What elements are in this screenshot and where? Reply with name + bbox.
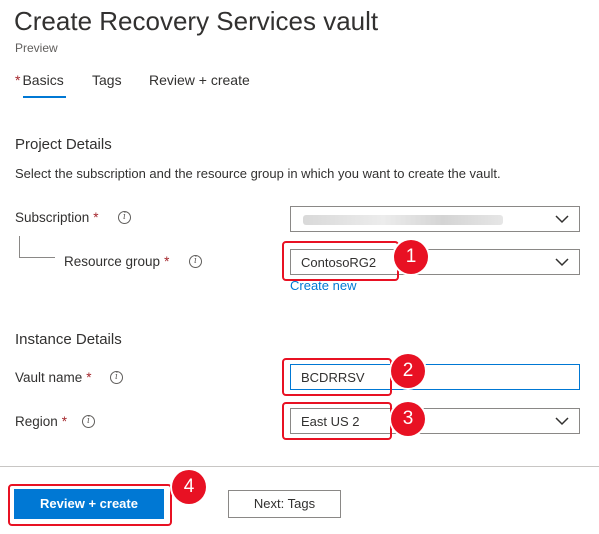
resource-group-label-text: Resource group	[64, 254, 161, 269]
footer-divider	[0, 466, 599, 467]
active-tab-indicator	[23, 96, 66, 98]
callout-badge-4: 4	[172, 470, 206, 504]
subscription-label: Subscription *	[15, 210, 99, 225]
region-label: Region *	[15, 414, 67, 429]
required-star: *	[61, 414, 68, 429]
info-icon[interactable]: i	[189, 255, 202, 268]
tab-basics-label: Basics	[22, 72, 64, 88]
tab-basics[interactable]: * Basics	[15, 72, 64, 88]
chevron-down-icon	[555, 258, 569, 267]
project-details-description: Select the subscription and the resource…	[15, 166, 501, 181]
required-star: *	[93, 210, 99, 225]
tree-connector	[19, 236, 55, 258]
tab-tags[interactable]: Tags	[92, 72, 122, 88]
callout-badge-3: 3	[391, 402, 425, 436]
callout-badge-1: 1	[394, 240, 428, 274]
vault-name-label: Vault name *	[15, 370, 92, 385]
callout-box-resource-group	[282, 241, 399, 281]
next-tags-button[interactable]: Next: Tags	[228, 490, 341, 518]
review-create-button[interactable]: Review + create	[14, 489, 164, 519]
required-star: *	[164, 254, 170, 269]
tab-tags-label: Tags	[92, 72, 122, 88]
info-icon[interactable]: i	[118, 211, 131, 224]
callout-box-vault-name	[282, 358, 392, 396]
tab-review-create-label: Review + create	[149, 72, 250, 88]
required-star: *	[86, 370, 92, 385]
info-icon[interactable]: i	[110, 371, 123, 384]
callout-box-region	[282, 402, 392, 440]
callout-badge-2: 2	[391, 354, 425, 388]
region-label-text: Region	[15, 414, 58, 429]
chevron-down-icon	[555, 215, 569, 224]
page-title: Create Recovery Services vault	[14, 6, 379, 36]
blurred-subscription-value	[303, 215, 503, 225]
subscription-select[interactable]	[290, 206, 580, 232]
project-details-heading: Project Details	[15, 136, 112, 153]
resource-group-label: Resource group *	[64, 254, 169, 269]
info-icon[interactable]: i	[82, 415, 95, 428]
chevron-down-icon	[555, 417, 569, 426]
vault-name-label-text: Vault name	[15, 370, 83, 385]
subscription-label-text: Subscription	[15, 210, 90, 225]
required-indicator: *	[15, 72, 21, 88]
page-subtitle: Preview	[15, 41, 58, 55]
instance-details-heading: Instance Details	[15, 331, 122, 348]
tab-review-create[interactable]: Review + create	[149, 72, 250, 88]
